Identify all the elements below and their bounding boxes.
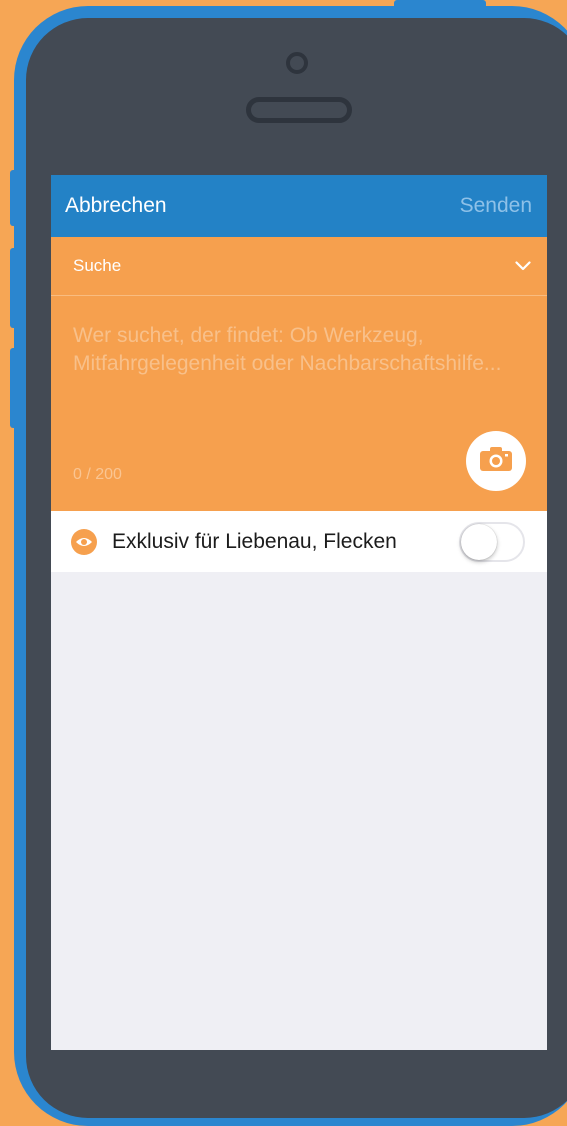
cancel-button[interactable]: Abbrechen [65, 194, 167, 218]
character-counter: 0 / 200 [73, 466, 122, 483]
exclusive-visibility-row: Exklusiv für Liebenau, Flecken [51, 511, 547, 572]
chevron-down-icon [515, 261, 531, 271]
exclusive-label: Exklusiv für Liebenau, Flecken [112, 529, 397, 553]
exclusive-toggle[interactable] [459, 521, 525, 562]
navigation-bar: Abbrechen Senden [51, 175, 547, 237]
add-photo-button[interactable] [466, 431, 526, 491]
toggle-knob [461, 523, 497, 560]
volume-down-button [10, 348, 18, 428]
volume-up-button [10, 248, 18, 328]
compose-panel: Suche Wer suchet, der findet: Ob Werkzeu… [51, 237, 547, 511]
category-selector[interactable]: Suche [51, 237, 547, 296]
front-camera [286, 52, 308, 74]
send-button[interactable]: Senden [460, 194, 532, 218]
app-screen: Abbrechen Senden Suche Wer suchet, der f… [51, 175, 547, 1050]
eye-icon [71, 528, 97, 555]
power-button [394, 0, 486, 8]
earpiece-speaker [246, 97, 352, 123]
mute-switch [10, 170, 18, 226]
category-label: Suche [73, 256, 122, 275]
camera-icon [479, 446, 513, 477]
post-text-input[interactable]: Wer suchet, der findet: Ob Werkzeug, Mit… [73, 322, 503, 378]
